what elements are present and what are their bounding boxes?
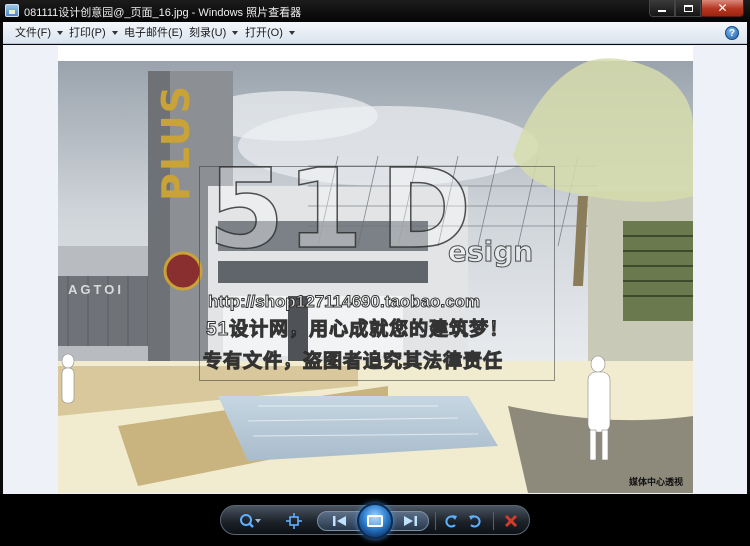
- close-icon: ✕: [717, 1, 728, 15]
- menu-email[interactable]: 电子邮件(E): [118, 22, 183, 44]
- watermark-url: http://shop127114690.taobao.com: [207, 292, 481, 312]
- watermark-logo-digits: 51: [207, 145, 366, 273]
- watermark-logo-suffix: esign: [447, 235, 534, 268]
- window-controls: ✕: [649, 0, 744, 17]
- zoom-button[interactable]: [235, 506, 265, 536]
- watermark-copyright: 专有文件，盗图者追究其法律责任: [202, 351, 504, 373]
- menu-file-label: 文件(F): [15, 27, 52, 39]
- menu-print[interactable]: 打印(P): [63, 22, 118, 44]
- minimize-button[interactable]: [649, 0, 675, 17]
- next-button[interactable]: [399, 506, 421, 536]
- rotate-counterclockwise-icon: [445, 515, 457, 528]
- image-viewport[interactable]: PLUS AGTOI 51 D esign http://shop1271146…: [3, 45, 747, 494]
- previous-button[interactable]: [329, 506, 351, 536]
- rotate-clockwise-button[interactable]: [463, 506, 487, 536]
- photo-viewer-window: 081111设计创意园@_页面_16.jpg - Windows 照片查看器 ✕…: [0, 0, 750, 546]
- zoom-icon: [240, 514, 261, 528]
- delete-icon: [504, 514, 518, 528]
- chevron-down-icon: [232, 31, 239, 36]
- help-icon[interactable]: ?: [725, 26, 739, 40]
- toolbar-divider: [435, 512, 436, 530]
- previous-icon: [333, 516, 346, 526]
- viewer-toolbar: [220, 503, 530, 539]
- toolbar-divider: [493, 512, 494, 530]
- next-icon: [404, 516, 417, 526]
- maximize-button[interactable]: [675, 0, 701, 17]
- slideshow-button[interactable]: [357, 503, 393, 539]
- menu-file[interactable]: 文件(F): [9, 22, 64, 44]
- menu-bar: 文件(F) 打印(P) 电子邮件(E) 刻录(U) 打开(O) ?: [3, 22, 747, 44]
- delete-button[interactable]: [499, 506, 523, 536]
- maximize-icon: [683, 4, 693, 12]
- facade-lettering: AGTOI: [68, 282, 124, 297]
- menu-print-label: 打印(P): [69, 27, 106, 39]
- menu-open[interactable]: 打开(O): [239, 22, 295, 44]
- menu-email-label: 电子邮件(E): [124, 27, 183, 39]
- actual-size-button[interactable]: [281, 506, 307, 536]
- chevron-down-icon: [111, 31, 118, 36]
- watermark-slogan: 51设计网，用心成就您的建筑梦！: [205, 319, 510, 341]
- menu-burn[interactable]: 刻录(U): [183, 22, 239, 44]
- menu-open-label: 打开(O): [245, 27, 283, 39]
- chevron-down-icon: [288, 31, 295, 36]
- plus-sign: PLUS: [154, 84, 198, 201]
- title-bar[interactable]: 081111设计创意园@_页面_16.jpg - Windows 照片查看器 ✕: [0, 0, 750, 22]
- menu-burn-label: 刻录(U): [189, 27, 227, 39]
- minimize-icon: [658, 10, 666, 12]
- actual-size-icon: [286, 513, 302, 529]
- rotate-counterclockwise-button[interactable]: [439, 506, 463, 536]
- window-title: 081111设计创意园@_页面_16.jpg - Windows 照片查看器: [24, 7, 302, 19]
- displayed-image: PLUS AGTOI 51 D esign http://shop1271146…: [58, 46, 693, 493]
- photo-viewer-app-icon: [5, 4, 19, 17]
- close-button[interactable]: ✕: [701, 0, 744, 17]
- rotate-clockwise-icon: [469, 515, 481, 528]
- image-caption: 媒体中心透视: [628, 478, 683, 488]
- slideshow-icon: [367, 515, 383, 527]
